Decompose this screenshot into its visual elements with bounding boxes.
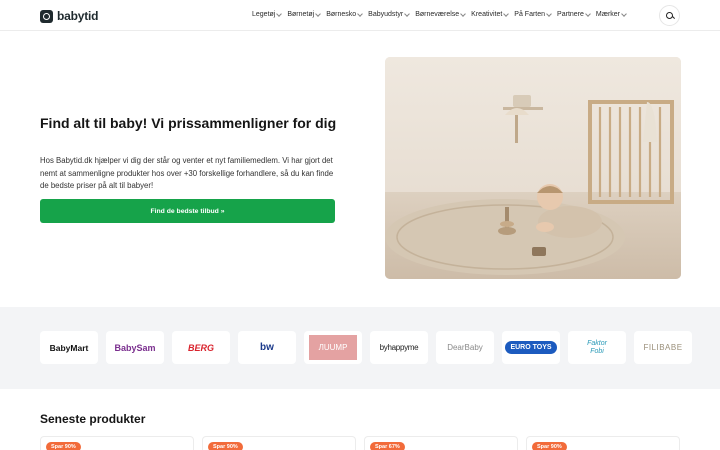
brand-logo-byhappyme[interactable]: byhappyme (370, 331, 428, 364)
discount-badge: Spar 90% (208, 442, 243, 450)
brand-logo-eurotoys[interactable]: EURO TOYS (502, 331, 560, 364)
nav-item-legetoj[interactable]: Legetøj (252, 10, 283, 18)
nav-item-borneværelse[interactable]: Børneværelse (415, 10, 467, 18)
nav-item-kreativitet[interactable]: Kreativitet (471, 10, 510, 18)
discount-badge: Spar 90% (46, 442, 81, 450)
product-list: Spar 90% Spar 90% Spar 67% Spar 90% (40, 436, 680, 450)
product-card[interactable]: Spar 90% (526, 436, 680, 450)
brand-logo-dearbaby[interactable]: DearBaby (436, 331, 494, 364)
product-card[interactable]: Spar 90% (40, 436, 194, 450)
brand-logo-filibabe[interactable]: FILIBABE (634, 331, 692, 364)
logo[interactable]: babytid (40, 9, 98, 23)
brand-carousel: BabyMart BabySam BERG bw ЛUUMP byhappyme… (0, 307, 720, 389)
search-button[interactable] (659, 5, 680, 26)
find-deals-button[interactable]: Find de bedste tilbud » (40, 199, 335, 223)
brand-logo-babysam[interactable]: BabySam (106, 331, 164, 364)
chevron-down-icon (315, 10, 322, 17)
chevron-down-icon (503, 10, 510, 17)
chevron-down-icon (357, 10, 364, 17)
brand-logo-berg[interactable]: BERG (172, 331, 230, 364)
logo-text: babytid (57, 9, 99, 23)
chevron-down-icon (621, 10, 627, 17)
nav-item-babyudstyr[interactable]: Babyudstyr (368, 10, 411, 18)
product-card[interactable]: Spar 67% (364, 436, 518, 450)
logo-icon (40, 9, 53, 23)
site-header: babytid Legetøj Børnetøj Børnesko Babyud… (0, 0, 720, 31)
hero-image (385, 57, 681, 279)
brand-logo-faktorfobi[interactable]: Faktor Fobi (568, 331, 626, 364)
product-card[interactable]: Spar 90% (202, 436, 356, 450)
search-icon (665, 11, 673, 19)
nav-item-bornetoj[interactable]: Børnetøj (287, 10, 322, 18)
discount-badge: Spar 67% (370, 442, 405, 450)
brand-logo-luump[interactable]: ЛUUMP (304, 331, 362, 364)
chevron-down-icon (546, 10, 552, 17)
hero-title: Find alt til baby! Vi prissammenligner f… (40, 115, 337, 131)
nav-item-maerker[interactable]: Mærker (596, 10, 627, 18)
discount-badge: Spar 90% (532, 442, 567, 450)
nav-item-paa-farten[interactable]: På Farten (514, 10, 552, 18)
chevron-down-icon (276, 10, 283, 17)
hero-text: Hos Babytid.dk hjælper vi dig der står o… (40, 156, 334, 190)
chevron-down-icon (460, 10, 467, 17)
brand-logo-bw[interactable]: bw (238, 331, 296, 364)
main-nav: Legetøj Børnetøj Børnesko Babyudstyr Bør… (252, 10, 627, 18)
chevron-down-icon (585, 10, 591, 17)
baby-nursery-illustration (385, 57, 681, 279)
nav-item-bornesko[interactable]: Børnesko (326, 10, 364, 18)
chevron-down-icon (404, 10, 411, 17)
nav-item-partnere[interactable]: Partnere (557, 10, 591, 18)
brand-logo-babymart[interactable]: BabyMart (40, 331, 98, 364)
latest-products-title: Seneste produkter (40, 412, 146, 426)
